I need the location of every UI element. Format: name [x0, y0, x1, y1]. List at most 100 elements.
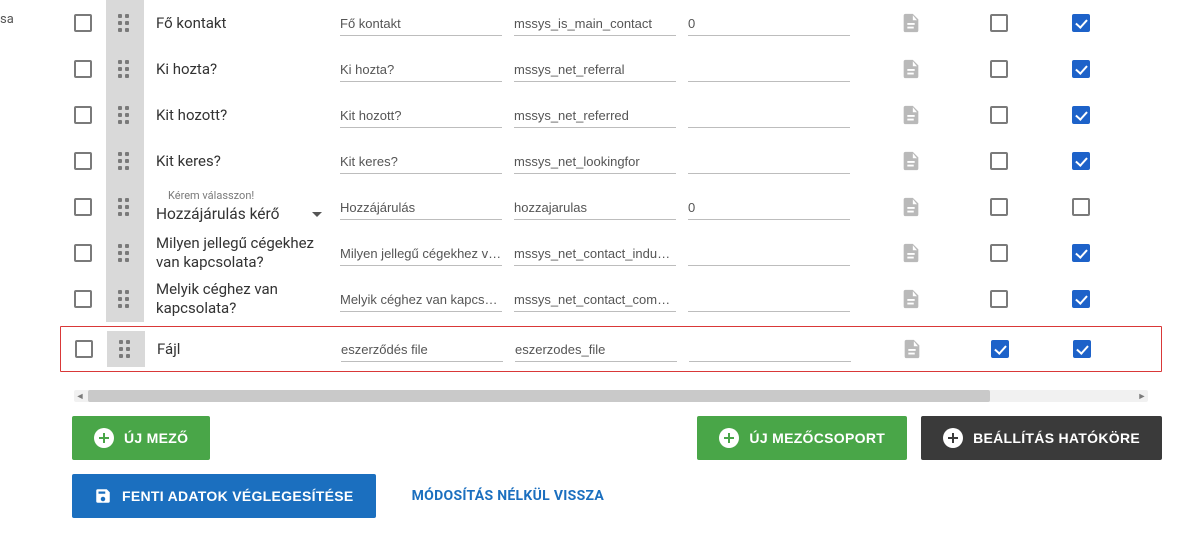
option-checkbox-2[interactable]: [1072, 106, 1090, 124]
display-name-input[interactable]: [340, 56, 502, 82]
option-checkbox-2[interactable]: [1073, 340, 1091, 358]
default-value-input[interactable]: [688, 102, 850, 128]
option-checkbox-2[interactable]: [1072, 290, 1090, 308]
default-value-input[interactable]: [688, 240, 850, 266]
system-name-input[interactable]: [515, 336, 677, 362]
save-icon: [94, 487, 112, 505]
scroll-right-arrow-icon[interactable]: ►: [1136, 390, 1148, 402]
default-value-input[interactable]: [688, 10, 850, 36]
document-icon[interactable]: [901, 338, 923, 360]
option-checkbox-1[interactable]: [990, 106, 1008, 124]
document-icon[interactable]: [900, 150, 922, 172]
default-value-input[interactable]: [688, 194, 850, 220]
drag-handle-icon[interactable]: [118, 106, 132, 124]
button-label: FENTI ADATOK VÉGLEGESÍTÉSE: [122, 488, 354, 504]
scroll-left-arrow-icon[interactable]: ◄: [74, 390, 86, 402]
chevron-down-icon: [312, 212, 322, 217]
option-checkbox-1[interactable]: [990, 14, 1008, 32]
new-field-button[interactable]: ÚJ MEZŐ: [72, 416, 210, 460]
document-icon[interactable]: [900, 242, 922, 264]
dropdown-hint: Kérem válasszon!: [156, 189, 330, 203]
option-checkbox-1[interactable]: [990, 152, 1008, 170]
drag-handle-icon[interactable]: [118, 60, 132, 78]
display-name-input[interactable]: [340, 10, 502, 36]
table-row: Fő kontakt: [60, 0, 1162, 46]
table-row: Kit hozott?: [60, 92, 1162, 138]
row-label: Kit hozott?: [144, 104, 334, 127]
plus-circle-icon: [719, 428, 739, 448]
row-label: Fájl: [145, 338, 335, 361]
option-checkbox-2[interactable]: [1072, 152, 1090, 170]
row-label: Fő kontakt: [144, 12, 334, 35]
document-icon[interactable]: [900, 288, 922, 310]
table-row: Fájl: [60, 326, 1162, 372]
button-label: ÚJ MEZŐCSOPORT: [749, 430, 885, 446]
display-name-input[interactable]: [340, 240, 502, 266]
display-name-input[interactable]: [340, 102, 502, 128]
document-icon[interactable]: [900, 104, 922, 126]
option-checkbox-1[interactable]: [990, 60, 1008, 78]
row-select-checkbox[interactable]: [74, 106, 92, 124]
row-select-checkbox[interactable]: [74, 290, 92, 308]
row-select-checkbox[interactable]: [74, 198, 92, 216]
system-name-input[interactable]: [514, 286, 676, 312]
option-checkbox-2[interactable]: [1072, 14, 1090, 32]
button-label: ÚJ MEZŐ: [124, 430, 188, 446]
option-checkbox-2[interactable]: [1072, 60, 1090, 78]
display-name-input[interactable]: [340, 286, 502, 312]
table-row: Kérem válasszon! Hozzájárulás kérő: [60, 184, 1162, 230]
field-table: Fő kontakt Ki hozta? Kit hozott? Kit keres?…: [60, 0, 1162, 372]
sidebar-fragment-text: sa: [0, 12, 14, 27]
row-select-checkbox[interactable]: [74, 244, 92, 262]
settings-scope-button[interactable]: BEÁLLÍTÁS HATÓKÖRE: [921, 416, 1162, 460]
scrollbar-thumb[interactable]: [88, 390, 990, 402]
system-name-input[interactable]: [514, 56, 676, 82]
drag-handle-icon[interactable]: [119, 340, 133, 358]
action-button-bar: ÚJ MEZŐ ÚJ MEZŐCSOPORT BEÁLLÍTÁS HATÓKÖR…: [72, 416, 1162, 518]
system-name-input[interactable]: [514, 194, 676, 220]
row-label: Ki hozta?: [144, 58, 334, 81]
drag-handle-icon[interactable]: [118, 244, 132, 262]
system-name-input[interactable]: [514, 10, 676, 36]
row-label: Kit keres?: [144, 150, 334, 173]
display-name-input[interactable]: [341, 336, 503, 362]
system-name-input[interactable]: [514, 102, 676, 128]
back-without-changes-link[interactable]: MÓDOSÍTÁS NÉLKÜL VISSZA: [394, 474, 623, 518]
button-label: BEÁLLÍTÁS HATÓKÖRE: [973, 430, 1140, 446]
option-checkbox-1[interactable]: [991, 340, 1009, 358]
option-checkbox-1[interactable]: [990, 290, 1008, 308]
finalize-button[interactable]: FENTI ADATOK VÉGLEGESÍTÉSE: [72, 474, 376, 518]
system-name-input[interactable]: [514, 240, 676, 266]
document-icon[interactable]: [900, 12, 922, 34]
display-name-input[interactable]: [340, 194, 502, 220]
display-name-input[interactable]: [340, 148, 502, 174]
row-select-checkbox[interactable]: [74, 60, 92, 78]
row-select-checkbox[interactable]: [74, 14, 92, 32]
drag-handle-icon[interactable]: [118, 198, 132, 216]
option-checkbox-2[interactable]: [1072, 198, 1090, 216]
drag-handle-icon[interactable]: [118, 152, 132, 170]
system-name-input[interactable]: [514, 148, 676, 174]
table-row: Milyen jellegű cégekhez van kapcsolata?: [60, 230, 1162, 276]
row-select-checkbox[interactable]: [74, 152, 92, 170]
default-value-input[interactable]: [689, 336, 851, 362]
new-field-group-button[interactable]: ÚJ MEZŐCSOPORT: [697, 416, 907, 460]
row-select-checkbox[interactable]: [75, 340, 93, 358]
document-icon[interactable]: [900, 58, 922, 80]
option-checkbox-1[interactable]: [990, 244, 1008, 262]
default-value-input[interactable]: [688, 56, 850, 82]
plus-circle-icon: [943, 428, 963, 448]
drag-handle-icon[interactable]: [118, 290, 132, 308]
option-checkbox-1[interactable]: [990, 198, 1008, 216]
horizontal-scrollbar[interactable]: ◄ ►: [74, 390, 1148, 402]
row-label[interactable]: Kérem válasszon! Hozzájárulás kérő: [144, 187, 334, 226]
document-icon[interactable]: [900, 196, 922, 218]
table-row: Ki hozta?: [60, 46, 1162, 92]
drag-handle-icon[interactable]: [118, 14, 132, 32]
table-row: Kit keres?: [60, 138, 1162, 184]
default-value-input[interactable]: [688, 286, 850, 312]
default-value-input[interactable]: [688, 148, 850, 174]
table-row: Melyik céghez van kapcsolata?: [60, 276, 1162, 322]
option-checkbox-2[interactable]: [1072, 244, 1090, 262]
row-label: Milyen jellegű cégekhez van kapcsolata?: [144, 232, 334, 274]
